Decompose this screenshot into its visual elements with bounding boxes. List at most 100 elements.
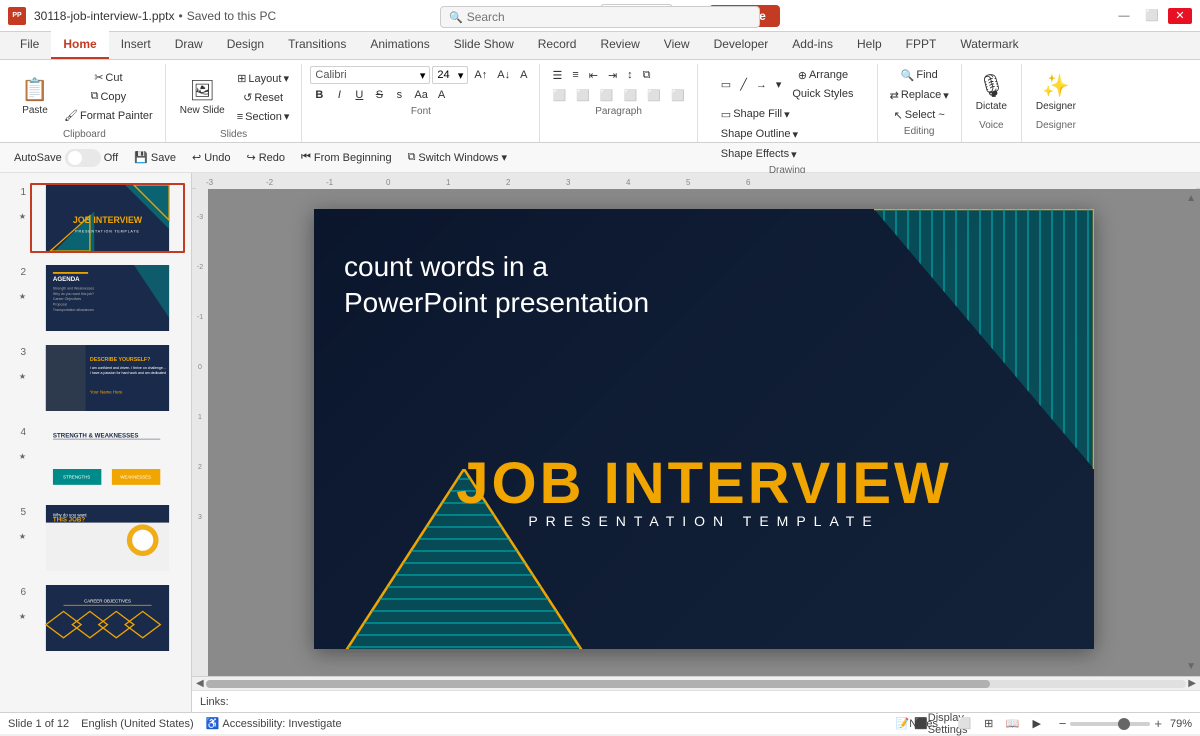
maximize-button[interactable]: ⬜ — [1140, 8, 1164, 24]
section-button[interactable]: ≡ Section ▾ — [233, 108, 294, 126]
tab-slideshow[interactable]: Slide Show — [442, 31, 526, 59]
zoom-slider[interactable] — [1070, 722, 1150, 726]
justify-button[interactable]: ⬜ — [620, 86, 642, 104]
align-center-button[interactable]: ⬜ — [572, 86, 594, 104]
shape-effects-button[interactable]: Shape Effects ▾ — [717, 145, 801, 163]
underline-button[interactable]: U — [350, 86, 368, 104]
scroll-thumb[interactable] — [206, 680, 990, 688]
shadow-button[interactable]: s — [390, 86, 408, 104]
search-input[interactable] — [467, 10, 751, 24]
tab-transitions[interactable]: Transitions — [276, 31, 358, 59]
scroll-up-btn[interactable]: ▲ — [1186, 193, 1196, 204]
slide-thumb-5[interactable]: 5 ★ Why do you want THIS JOB? — [4, 501, 187, 575]
dictate-button[interactable]: 🎙 Dictate — [970, 64, 1013, 120]
tab-review[interactable]: Review — [588, 31, 651, 59]
increase-font-button[interactable]: A↑ — [470, 66, 491, 84]
strikethrough-button[interactable]: S — [370, 86, 388, 104]
shape-rect[interactable]: ▭ — [717, 76, 735, 94]
bold-button[interactable]: B — [310, 86, 328, 104]
layout-button[interactable]: ⊞ Layout ▾ — [233, 70, 294, 88]
tab-file[interactable]: File — [8, 31, 51, 59]
text-direction-button[interactable]: ↕ — [623, 66, 637, 84]
view-normal-btn[interactable]: ⬜ — [955, 715, 975, 733]
quick-styles-button[interactable]: Quick Styles — [788, 85, 857, 103]
find-button[interactable]: 🔍 Find — [886, 66, 953, 84]
zoom-out-btn[interactable]: − — [1059, 716, 1067, 731]
slide-thumb-6[interactable]: 6 ★ CAREER OBJECTIVES — [4, 581, 187, 655]
tab-animations[interactable]: Animations — [358, 31, 441, 59]
font-size-box[interactable]: 24 ▾ — [432, 66, 468, 84]
new-slide-button[interactable]: 🖼 New Slide — [174, 69, 231, 125]
tab-developer[interactable]: Developer — [702, 31, 781, 59]
slide-thumbnail-3[interactable]: DESCRIBE YOURSELF? I am confident and dr… — [30, 343, 185, 413]
align-right-button[interactable]: ⬜ — [596, 86, 618, 104]
horizontal-scrollbar[interactable]: ◀ ▶ — [192, 676, 1200, 690]
undo-button[interactable]: ↩ Undo — [186, 148, 237, 167]
view-outline-btn[interactable]: ⊞ — [979, 715, 999, 733]
scroll-down-btn[interactable]: ▼ — [1186, 661, 1196, 672]
from-beginning-button[interactable]: ⏮ From Beginning — [295, 148, 398, 167]
arrange-button[interactable]: ⊕ Arrange — [788, 66, 857, 84]
zoom-in-btn[interactable]: + — [1154, 716, 1162, 731]
minimize-button[interactable]: — — [1112, 8, 1136, 24]
columns-button[interactable]: ⬜ — [643, 86, 665, 104]
tab-home[interactable]: Home — [51, 31, 108, 59]
scroll-left-btn[interactable]: ◀ — [194, 678, 206, 689]
format-painter-button[interactable]: 🖌 Format Painter — [60, 107, 157, 125]
replace-button[interactable]: ⇄ Replace ▾ — [886, 86, 953, 104]
decrease-indent-button[interactable]: ⇤ — [585, 66, 602, 84]
cut-button[interactable]: ✂ Cut — [60, 69, 157, 87]
main-slide[interactable]: count words in a PowerPoint presentation… — [314, 209, 1094, 649]
view-reading-btn[interactable]: 📖 — [1003, 715, 1023, 733]
paste-button[interactable]: 📋 Paste — [12, 69, 58, 125]
slide-panel[interactable]: 1 ★ JOB INTERVIEW PRESENTATION TEMPLATE — [0, 173, 192, 712]
reset-button[interactable]: ↺ Reset — [233, 89, 294, 107]
bullets-button[interactable]: ☰ — [548, 66, 566, 84]
display-settings-button[interactable]: ⬛ Display Settings — [931, 715, 951, 733]
select-button[interactable]: ↖ Select ~ — [886, 106, 953, 124]
shape-outline-button[interactable]: Shape Outline ▾ — [717, 125, 802, 143]
autosave-toggle-btn[interactable] — [65, 149, 101, 167]
slide-thumb-4[interactable]: 4 ★ STRENGTH & WEAKNESSES STRENGTHS WEAK… — [4, 421, 187, 495]
decrease-font-button[interactable]: A↓ — [493, 66, 514, 84]
align-left-button[interactable]: ⬜ — [548, 86, 570, 104]
scroll-right-btn[interactable]: ▶ — [1186, 678, 1198, 689]
shape-arrow[interactable]: → — [752, 76, 771, 94]
tab-help[interactable]: Help — [845, 31, 894, 59]
slide-thumb-3[interactable]: 3 ★ DESCRIBE YOURSELF? I am confident an… — [4, 341, 187, 415]
font-name-box[interactable]: Calibri ▾ — [310, 66, 430, 84]
slide-thumbnail-1[interactable]: JOB INTERVIEW PRESENTATION TEMPLATE — [30, 183, 185, 253]
convert-smartart-button[interactable]: ⧉ — [639, 66, 655, 84]
tab-fppt[interactable]: FPPT — [894, 31, 949, 59]
slide-thumbnail-5[interactable]: Why do you want THIS JOB? — [30, 503, 185, 573]
slide-thumbnail-6[interactable]: CAREER OBJECTIVES — [30, 583, 185, 653]
scroll-track[interactable] — [206, 680, 1187, 688]
tab-addins[interactable]: Add-ins — [780, 31, 845, 59]
increase-indent-button[interactable]: ⇥ — [604, 66, 621, 84]
font-color-button[interactable]: A — [434, 86, 449, 104]
slide-thumbnail-4[interactable]: STRENGTH & WEAKNESSES STRENGTHS WEAKNESS… — [30, 423, 185, 493]
tab-view[interactable]: View — [652, 31, 702, 59]
clear-format-button[interactable]: A — [516, 66, 531, 84]
slide-thumb-2[interactable]: 2 ★ AGENDA Strength and Weaknesses Why d… — [4, 261, 187, 335]
line-spacing-button[interactable]: ⬜ — [667, 86, 689, 104]
tab-record[interactable]: Record — [526, 31, 589, 59]
slide-thumbnail-2[interactable]: AGENDA Strength and Weaknesses Why do yo… — [30, 263, 185, 333]
shape-fill-button[interactable]: ▭ Shape Fill ▾ — [717, 105, 794, 123]
save-button[interactable]: 💾 Save — [128, 148, 182, 167]
shape-more[interactable]: ▾ — [772, 76, 786, 94]
canvas-scroll[interactable]: count words in a PowerPoint presentation… — [208, 189, 1200, 676]
switch-windows-button[interactable]: ⧉ Switch Windows ▾ — [402, 148, 513, 167]
slide-thumb-1[interactable]: 1 ★ JOB INTERVIEW PRESENTATION TEMPLATE — [4, 181, 187, 255]
copy-button[interactable]: ⧉ Copy — [60, 88, 157, 106]
tab-insert[interactable]: Insert — [109, 31, 163, 59]
designer-button[interactable]: ✨ Designer — [1030, 64, 1082, 120]
shape-line[interactable]: ╱ — [736, 76, 751, 94]
tab-watermark[interactable]: Watermark — [948, 31, 1030, 59]
case-button[interactable]: Aa — [410, 86, 431, 104]
tab-design[interactable]: Design — [215, 31, 276, 59]
redo-button[interactable]: ↪ Redo — [240, 148, 291, 167]
close-button[interactable]: ✕ — [1168, 8, 1192, 24]
autosave-toggle[interactable]: AutoSave Off — [8, 146, 124, 170]
tab-draw[interactable]: Draw — [163, 31, 215, 59]
